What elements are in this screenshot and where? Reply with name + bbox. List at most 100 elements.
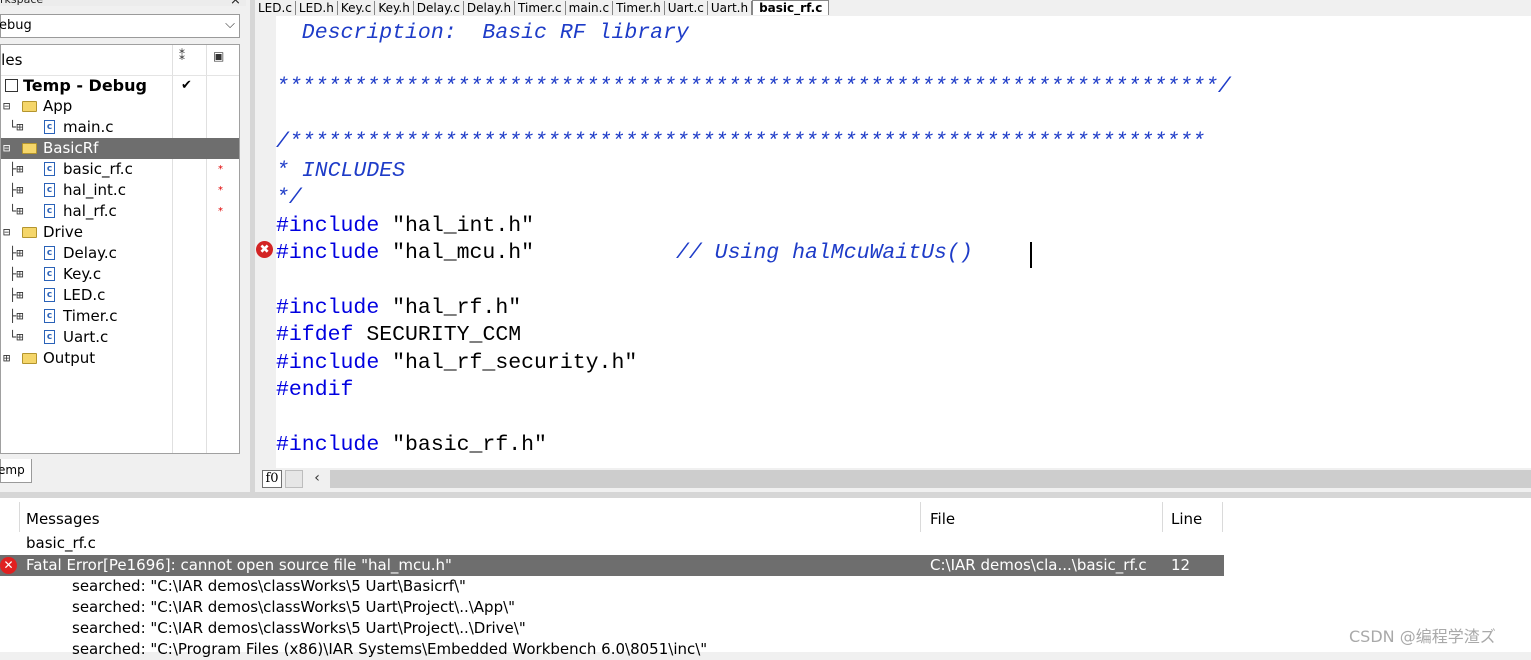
file-tree[interactable]: iles ⁑ ▣ Temp - Debug ✔ ⊟ App └⊞ c main.…: [0, 44, 240, 454]
collapse-icon[interactable]: ⊟: [3, 222, 10, 243]
code-line: #include "hal_rf_security.h": [276, 351, 638, 375]
tree-item-led-c[interactable]: ├⊞ c LED.c: [1, 285, 239, 306]
tab-uart-h[interactable]: Uart.h: [708, 1, 753, 15]
tab-delay-h[interactable]: Delay.h: [464, 1, 516, 15]
tree-item-delay-c[interactable]: ├⊞ c Delay.c: [1, 243, 239, 264]
tree-branch-icon: └⊞: [9, 204, 24, 218]
tree-branch-icon: ├⊞: [9, 162, 24, 176]
modified-marker: *: [218, 164, 223, 175]
tree-branch-icon: └⊞: [9, 120, 24, 134]
tree-item-basicrf[interactable]: ⊟ BasicRf: [1, 138, 239, 159]
tree-item-uart-c[interactable]: └⊞ c Uart.c: [1, 327, 239, 348]
code-line: #include "hal_mcu.h" // Using halMcuWait…: [276, 241, 973, 265]
tree-item-project[interactable]: Temp - Debug ✔: [1, 75, 239, 96]
tree-item-drive[interactable]: ⊟ Drive: [1, 222, 239, 243]
tree-item-label: Drive: [43, 223, 83, 241]
searched-path[interactable]: searched: "C:\IAR demos\classWorks\5 Uar…: [72, 597, 515, 618]
expand-icon[interactable]: ⊞: [3, 348, 10, 369]
folder-icon: [22, 353, 37, 364]
tab-key-h[interactable]: Key.h: [375, 1, 414, 15]
scroll-left-icon[interactable]: ‹: [307, 468, 327, 488]
searched-path[interactable]: searched: "C:\IAR demos\classWorks\5 Uar…: [72, 576, 466, 597]
tab-led-h[interactable]: LED.h: [296, 1, 338, 15]
error-marker-icon[interactable]: ✖: [256, 241, 273, 258]
sort-icon[interactable]: ⁑: [179, 49, 185, 63]
tree-item-hal-int-c[interactable]: ├⊞ c hal_int.c *: [1, 180, 239, 201]
c-file-icon: c: [44, 309, 55, 323]
code-line: Description: Basic RF library: [276, 21, 689, 45]
error-message-row[interactable]: Fatal Error[Pe1696]: cannot open source …: [0, 555, 1224, 576]
chevron-down-icon[interactable]: ⌵: [225, 14, 235, 36]
searched-path[interactable]: searched: "C:\IAR demos\classWorks\5 Uar…: [72, 618, 526, 639]
editor-tab-bar: LED.c LED.h Key.c Key.h Delay.c Delay.h Timer.…: [255, 0, 1531, 16]
collapse-icon[interactable]: ⊟: [3, 138, 10, 159]
code-line: #include "hal_rf.h": [276, 296, 522, 320]
tree-item-output[interactable]: ⊞ Output: [1, 348, 239, 369]
collapse-icon[interactable]: ⊟: [3, 96, 10, 117]
tab-key-c[interactable]: Key.c: [338, 1, 376, 15]
error-text: Fatal Error[Pe1696]: cannot open source …: [26, 556, 452, 574]
tree-item-app[interactable]: ⊟ App: [1, 96, 239, 117]
text-caret: [1030, 242, 1032, 268]
folder-icon: [22, 101, 37, 112]
tree-item-basic-rf-c[interactable]: ├⊞ c basic_rf.c *: [1, 159, 239, 180]
editor-right-area: [1375, 16, 1531, 468]
message-group[interactable]: basic_rf.c: [26, 533, 96, 554]
tree-branch-icon: ├⊞: [9, 288, 24, 302]
files-column-header: iles: [1, 51, 23, 69]
tab-project-label: emp: [0, 463, 25, 477]
tree-item-label: hal_rf.c: [63, 202, 117, 220]
modified-marker: *: [218, 185, 223, 196]
messages-column-header[interactable]: Messages: [26, 508, 100, 530]
c-file-icon: c: [44, 288, 55, 302]
tab-delay-c[interactable]: Delay.c: [414, 1, 464, 15]
line-column-header[interactable]: Line: [1171, 508, 1202, 530]
options-icon[interactable]: ▣: [213, 49, 224, 63]
code-line: #ifdef SECURITY_CCM: [276, 323, 522, 347]
tree-item-label: Key.c: [63, 265, 102, 283]
tree-item-label: basic_rf.c: [63, 160, 133, 178]
folder-icon: [22, 227, 37, 238]
tree-item-label: Timer.c: [63, 307, 118, 325]
tree-branch-icon: ├⊞: [9, 267, 24, 281]
tab-timer-c[interactable]: Timer.c: [515, 1, 566, 15]
configuration-value: ebug: [0, 18, 32, 33]
function-list-button[interactable]: f0: [262, 470, 282, 488]
c-file-icon: c: [44, 120, 55, 134]
close-icon[interactable]: ×: [230, 0, 241, 8]
tab-main-c[interactable]: main.c: [566, 1, 614, 15]
code-line: #endif: [276, 378, 354, 402]
check-icon: ✔: [181, 78, 192, 93]
code-line: #include "basic_rf.h": [276, 433, 547, 457]
c-file-icon: c: [44, 183, 55, 197]
c-file-icon: c: [44, 246, 55, 260]
tree-item-timer-c[interactable]: ├⊞ c Timer.c: [1, 306, 239, 327]
tab-timer-h[interactable]: Timer.h: [613, 1, 665, 15]
tree-item-label: BasicRf: [43, 139, 99, 157]
project-icon: [5, 79, 18, 92]
searched-path[interactable]: searched: "C:\Program Files (x86)\IAR Sy…: [72, 639, 707, 660]
tree-item-label: Temp - Debug: [23, 76, 147, 95]
c-file-icon: c: [44, 330, 55, 344]
split-box[interactable]: [285, 470, 303, 488]
tree-item-label: App: [43, 97, 73, 115]
code-line: /***************************************…: [276, 130, 1205, 154]
file-column-header[interactable]: File: [930, 508, 955, 530]
workspace-title: rkspace: [0, 0, 246, 6]
c-file-icon: c: [44, 267, 55, 281]
tree-item-main-c[interactable]: └⊞ c main.c: [1, 117, 239, 138]
tree-item-key-c[interactable]: ├⊞ c Key.c: [1, 264, 239, 285]
tab-project[interactable]: emp: [0, 459, 32, 483]
code-line: */: [276, 186, 302, 210]
configuration-select[interactable]: ebug ⌵: [0, 14, 240, 38]
tree-item-label: main.c: [63, 118, 114, 136]
code-line: ****************************************…: [276, 75, 1231, 99]
watermark: CSDN @编程学渣ズ: [1349, 627, 1496, 646]
folder-icon: [22, 143, 37, 154]
tree-item-hal-rf-c[interactable]: └⊞ c hal_rf.c *: [1, 201, 239, 222]
code-line: #include "hal_int.h": [276, 214, 535, 238]
tab-led-c[interactable]: LED.c: [255, 1, 296, 15]
tab-basic-rf-c[interactable]: basic_rf.c: [752, 0, 830, 15]
scrollbar-track[interactable]: [330, 470, 1531, 488]
tab-uart-c[interactable]: Uart.c: [665, 1, 708, 15]
